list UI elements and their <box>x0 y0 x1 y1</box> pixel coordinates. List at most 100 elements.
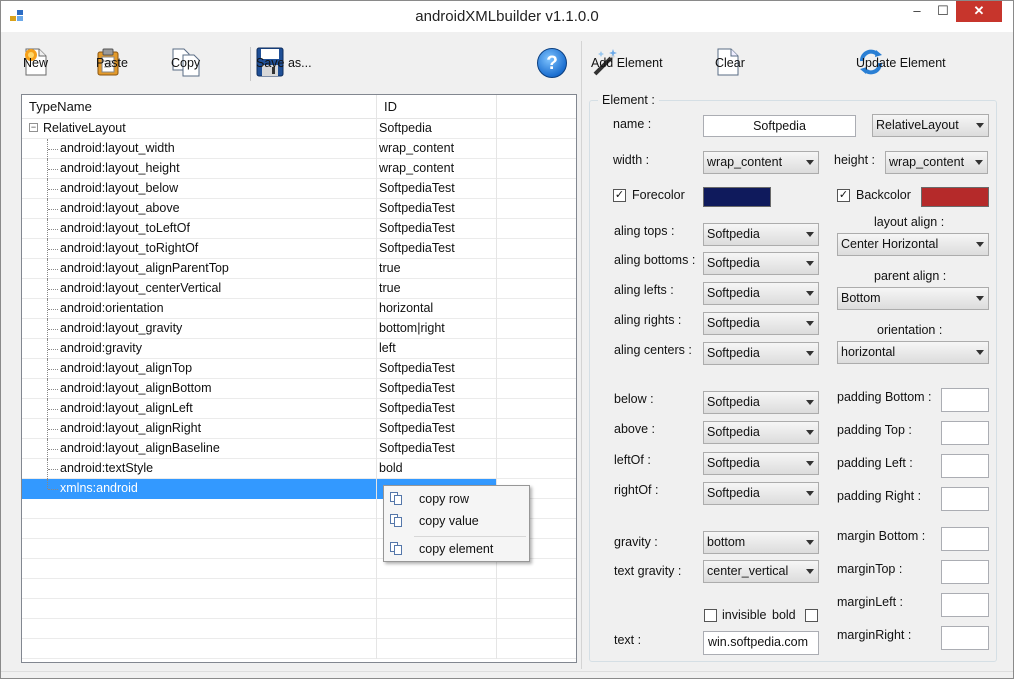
backcolor-checkbox[interactable]: ✓ <box>837 189 850 202</box>
tree-cell-typename[interactable]: android:layout_alignTop <box>22 359 377 379</box>
aling-bottoms-select[interactable]: Softpedia <box>703 252 819 275</box>
height-select[interactable]: wrap_content <box>885 151 988 174</box>
gravity-select[interactable]: bottom <box>703 531 819 554</box>
tree-cell-id[interactable]: bottom|right <box>377 319 497 339</box>
orientation-select[interactable]: horizontal <box>837 341 989 364</box>
tree-cell-typename[interactable]: android:layout_alignLeft <box>22 399 377 419</box>
tree-row[interactable]: android:layout_alignBottom SoftpediaTest <box>22 379 576 399</box>
clear-button[interactable]: Clear <box>715 45 748 81</box>
minimize-button[interactable]: – <box>904 1 930 22</box>
tree-cell-typename[interactable]: android:gravity <box>22 339 377 359</box>
column-header-typename[interactable]: TypeName <box>22 95 377 119</box>
tree-cell-id[interactable]: true <box>377 259 497 279</box>
tree-row[interactable]: android:layout_width wrap_content <box>22 139 576 159</box>
tree-row[interactable]: android:layout_toLeftOf SoftpediaTest <box>22 219 576 239</box>
add-element-button[interactable]: Add Element <box>591 45 663 81</box>
tree-cell-typename[interactable]: android:layout_gravity <box>22 319 377 339</box>
tree-row[interactable]: android:layout_below SoftpediaTest <box>22 179 576 199</box>
padding-top-input[interactable] <box>941 421 989 445</box>
name-input[interactable]: Softpedia <box>703 115 856 137</box>
margin-top-input[interactable] <box>941 560 989 584</box>
tree-cell-typename[interactable]: android:textStyle <box>22 459 377 479</box>
padding-bottom-input[interactable] <box>941 388 989 412</box>
element-tree[interactable]: TypeName ID − RelativeLayout Softpedia andr… <box>21 94 577 663</box>
layout-align-select[interactable]: Center Horizontal <box>837 233 989 256</box>
tree-cell-id[interactable]: SoftpediaTest <box>377 359 497 379</box>
tree-cell-typename[interactable]: android:layout_alignBottom <box>22 379 377 399</box>
tree-cell-typename[interactable]: android:layout_toLeftOf <box>22 219 377 239</box>
update-element-button[interactable]: Update Element <box>856 45 946 81</box>
above-select[interactable]: Softpedia <box>703 421 819 444</box>
tree-cell-typename[interactable]: xmlns:android <box>22 479 377 499</box>
aling-rights-select[interactable]: Softpedia <box>703 312 819 335</box>
tree-cell-typename[interactable]: android:layout_centerVertical <box>22 279 377 299</box>
tree-cell-id[interactable]: wrap_content <box>377 159 497 179</box>
tree-cell-id[interactable]: SoftpediaTest <box>377 439 497 459</box>
below-select[interactable]: Softpedia <box>703 391 819 414</box>
leftof-select[interactable]: Softpedia <box>703 452 819 475</box>
margin-bottom-input[interactable] <box>941 527 989 551</box>
padding-right-input[interactable] <box>941 487 989 511</box>
tree-row[interactable]: android:textStyle bold <box>22 459 576 479</box>
tree-cell-typename[interactable]: android:layout_width <box>22 139 377 159</box>
bold-checkbox[interactable] <box>805 609 818 622</box>
tree-row[interactable]: android:layout_above SoftpediaTest <box>22 199 576 219</box>
aling-centers-select[interactable]: Softpedia <box>703 342 819 365</box>
tree-cell-id[interactable]: SoftpediaTest <box>377 179 497 199</box>
context-item-copy-element[interactable]: copy element <box>386 538 527 560</box>
tree-cell-typename[interactable]: android:layout_toRightOf <box>22 239 377 259</box>
width-select[interactable]: wrap_content <box>703 151 819 174</box>
tree-row[interactable]: android:layout_alignRight SoftpediaTest <box>22 419 576 439</box>
tree-cell-id[interactable]: Softpedia <box>377 119 497 139</box>
text-gravity-select[interactable]: center_vertical <box>703 560 819 583</box>
tree-row[interactable]: android:layout_height wrap_content <box>22 159 576 179</box>
save-as-button[interactable]: Save as... <box>256 45 312 81</box>
tree-row[interactable]: android:layout_alignParentTop true <box>22 259 576 279</box>
rightof-select[interactable]: Softpedia <box>703 482 819 505</box>
tree-cell-typename[interactable]: android:layout_alignRight <box>22 419 377 439</box>
forecolor-checkbox[interactable]: ✓ <box>613 189 626 202</box>
context-item-copy-value[interactable]: copy value <box>386 510 527 532</box>
close-button[interactable]: ✕ <box>956 1 1002 22</box>
new-button[interactable]: New <box>23 45 56 81</box>
margin-left-input[interactable] <box>941 593 989 617</box>
tree-row[interactable]: android:orientation horizontal <box>22 299 576 319</box>
margin-right-input[interactable] <box>941 626 989 650</box>
tree-cell-id[interactable]: SoftpediaTest <box>377 239 497 259</box>
parent-align-select[interactable]: Bottom <box>837 287 989 310</box>
tree-cell-id[interactable]: wrap_content <box>377 139 497 159</box>
help-icon[interactable]: ? <box>537 48 567 78</box>
tree-row-root[interactable]: − RelativeLayout Softpedia <box>22 119 576 139</box>
paste-button[interactable]: Paste <box>96 45 129 81</box>
collapse-icon[interactable]: − <box>29 123 38 132</box>
tree-cell-id[interactable]: true <box>377 279 497 299</box>
tree-cell-typename[interactable]: android:layout_height <box>22 159 377 179</box>
copy-button[interactable]: Copy <box>171 45 208 81</box>
tree-cell-id[interactable]: SoftpediaTest <box>377 399 497 419</box>
element-type-select[interactable]: RelativeLayout <box>872 114 989 137</box>
tree-row[interactable]: android:layout_toRightOf SoftpediaTest <box>22 239 576 259</box>
tree-cell-id[interactable]: SoftpediaTest <box>377 419 497 439</box>
padding-left-input[interactable] <box>941 454 989 478</box>
tree-row[interactable]: android:layout_centerVertical true <box>22 279 576 299</box>
maximize-button[interactable]: ☐ <box>930 1 956 22</box>
tree-cell-id[interactable]: SoftpediaTest <box>377 219 497 239</box>
tree-row[interactable]: android:layout_gravity bottom|right <box>22 319 576 339</box>
aling-lefts-select[interactable]: Softpedia <box>703 282 819 305</box>
tree-cell-id[interactable]: SoftpediaTest <box>377 379 497 399</box>
column-header-id[interactable]: ID <box>377 95 497 119</box>
tree-row[interactable]: android:layout_alignLeft SoftpediaTest <box>22 399 576 419</box>
aling-tops-select[interactable]: Softpedia <box>703 223 819 246</box>
tree-cell-typename[interactable]: android:layout_below <box>22 179 377 199</box>
text-input[interactable]: win.softpedia.com <box>703 631 819 655</box>
tree-cell-typename[interactable]: − RelativeLayout <box>22 119 377 139</box>
tree-cell-id[interactable]: bold <box>377 459 497 479</box>
tree-cell-typename[interactable]: android:layout_above <box>22 199 377 219</box>
invisible-checkbox[interactable] <box>704 609 717 622</box>
tree-cell-id[interactable]: horizontal <box>377 299 497 319</box>
context-item-copy-row[interactable]: copy row <box>386 488 527 510</box>
forecolor-swatch[interactable] <box>703 187 771 207</box>
tree-cell-id[interactable]: SoftpediaTest <box>377 199 497 219</box>
tree-row[interactable]: android:layout_alignTop SoftpediaTest <box>22 359 576 379</box>
tree-row[interactable]: android:layout_alignBaseline SoftpediaTes… <box>22 439 576 459</box>
